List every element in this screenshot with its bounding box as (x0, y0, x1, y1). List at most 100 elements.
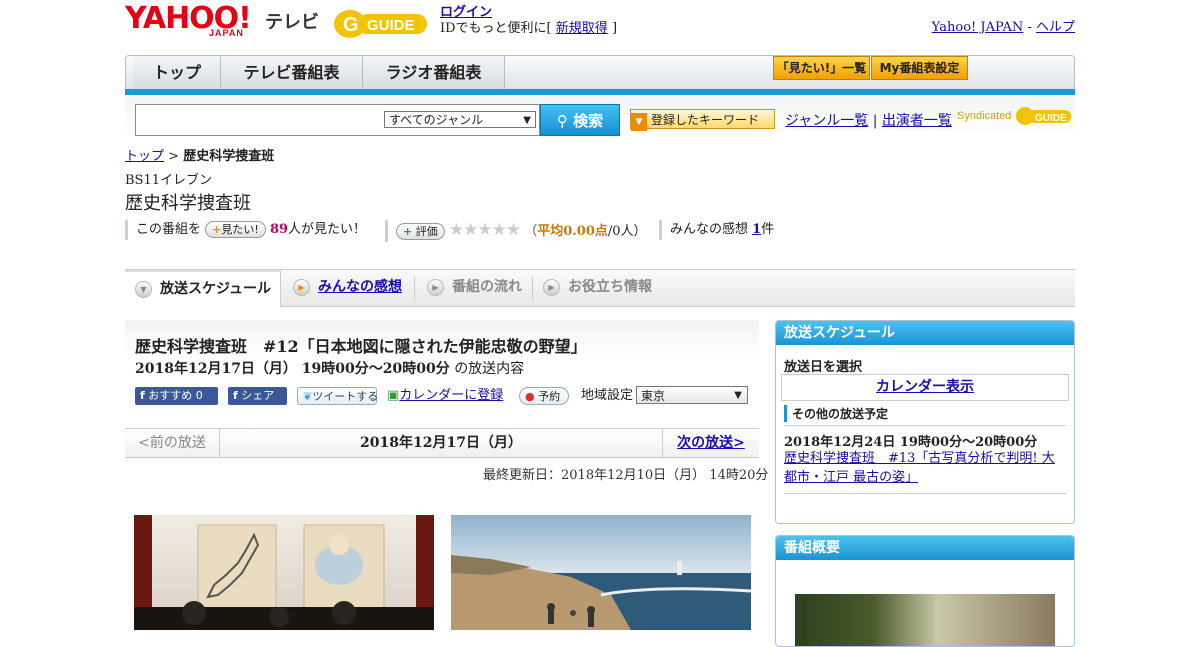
want-button[interactable]: +見たい! (205, 221, 266, 238)
calendar-register-link: カレンダーに登録 (399, 388, 504, 403)
rating-average: 平均0.00点 (537, 224, 608, 239)
nav-tab-tv[interactable]: テレビ番組表 (221, 56, 363, 89)
genre-select[interactable]: すべてのジャンル ▼ (384, 111, 536, 128)
syndicated-badge: Syndicated GUIDE (957, 105, 1073, 127)
login-text: IDでもっと便利に[ (440, 21, 552, 36)
watchlist-button[interactable]: 「見たい!」一覧 (773, 56, 870, 80)
current-broadcast-date: 2018年12月17日（月） (360, 435, 522, 451)
calendar-display-button[interactable]: カレンダー表示 (781, 374, 1069, 401)
chevron-down-icon: ▼ (135, 280, 152, 298)
want-suffix: 人が見たい！ (288, 222, 367, 237)
register-link[interactable]: 新規取得 (556, 21, 608, 36)
rate-button-label: 評価 (415, 225, 438, 238)
tab-divider (414, 276, 415, 300)
calendar-register[interactable]: ▣カレンダーに登録 (387, 387, 503, 405)
overview-photo (795, 594, 1055, 646)
region-select[interactable]: 東京 ▼ (636, 386, 748, 404)
dropdown-arrow-icon: ▼ (734, 390, 742, 401)
episode-title: 歴史科学捜査班 #12「日本地図に隠された伊能忠敬の野望」 (135, 337, 587, 356)
tweet-button[interactable]: ❦ツイートする (297, 387, 379, 405)
help-link[interactable]: ヘルプ (1036, 20, 1075, 35)
overview-sidebar: 番組概要 (775, 535, 1075, 647)
search-button-label: 検索 (573, 112, 604, 130)
rate-button[interactable]: + 評価 (396, 223, 445, 240)
next-broadcast-link[interactable]: 次の放送> (662, 429, 759, 457)
breadcrumb-top[interactable]: トップ (125, 149, 164, 164)
gguide-small-logo: GUIDE (1015, 107, 1071, 125)
yahoo-japan-mark: JAPAN (209, 28, 244, 38)
reviews-stat: みんなの感想 1件 (659, 220, 774, 240)
schedule-sidebar: 放送スケジュール 放送日を選択 カレンダー表示 その他の放送予定 2018年12… (775, 320, 1075, 524)
facebook-icon: f (233, 389, 238, 402)
login-text-end: ] (611, 21, 618, 36)
global-nav: トップ テレビ番組表 ラジオ番組表 「見たい!」一覧 My番組表設定 (125, 55, 1075, 91)
divider (784, 493, 1066, 494)
keyword-button-label: 登録したキーワード (651, 113, 760, 127)
other-broadcast-date: 2018年12月24日 19時00分～20時00分 (784, 435, 1038, 450)
fb-recommend-label: おすすめ (148, 389, 193, 402)
tv-label[interactable]: テレビ (265, 8, 319, 34)
my-schedule-button[interactable]: My番組表設定 (871, 56, 968, 80)
site-header: YAHOO! JAPAN テレビ G GUIDE ログイン IDでもっと便利に[… (125, 0, 1075, 50)
svg-text:GUIDE: GUIDE (367, 17, 415, 34)
reserve-button[interactable]: ● 予約 (519, 387, 569, 405)
tab-divider (532, 276, 533, 300)
rating-suffix: /0人） (607, 224, 647, 239)
other-broadcast-link[interactable]: 歴史科学捜査班 #13「古写真分析で判明! 大都市・江戸 最古の姿」 (784, 449, 1066, 487)
tab-reviews-label: みんなの感想 (318, 279, 402, 295)
facebook-share-button[interactable]: f シェア (228, 387, 287, 405)
episode-date: 2018年12月17日（月） 19時00分～20時00分 の放送内容 (135, 358, 524, 378)
reviews-count-link[interactable]: 1 (752, 222, 761, 237)
reviews-prefix: みんなの感想 (670, 222, 749, 237)
top-right-links: Yahoo! JAPAN - ヘルプ (932, 16, 1075, 35)
episode-header: 歴史科学捜査班 #12「日本地図に隠された伊能忠敬の野望」 2018年12月17… (125, 320, 759, 410)
tab-reviews[interactable]: ▶ みんなの感想 (293, 270, 415, 306)
tab-schedule-label: 放送スケジュール (160, 281, 272, 297)
plus-icon: + (212, 223, 222, 236)
schedule-sidebar-heading: 放送スケジュール (776, 321, 1074, 345)
record-dot-icon: ● (525, 390, 535, 403)
login-link[interactable]: ログイン (440, 5, 492, 20)
twitter-bird-icon: ❦ (303, 390, 313, 403)
cast-list-link[interactable]: 出演者一覧 (882, 113, 952, 129)
episode-date-value: 2018年12月17日（月） 19時00分～20時00分 (135, 361, 450, 377)
want-prefix: この番組を (136, 222, 202, 237)
genre-list-link[interactable]: ジャンル一覧 (785, 113, 868, 129)
fb-count: 0 (195, 389, 203, 402)
want-button-label: 見たい! (221, 223, 259, 236)
episode-photo-coast (451, 515, 751, 630)
reserve-label: 予約 (538, 390, 561, 403)
fb-share-label: シェア (241, 389, 275, 402)
nav-tab-radio[interactable]: ラジオ番組表 (363, 56, 505, 89)
rating-stars-icon: ★★★★★ (448, 220, 521, 240)
svg-text:GUIDE: GUIDE (1035, 113, 1067, 124)
tab-flow-label: 番組の流れ (452, 279, 522, 295)
reviews-suffix: 件 (761, 222, 775, 237)
breadcrumb: トップ > 歴史科学捜査班 (125, 145, 274, 164)
play-icon: ▶ (293, 278, 310, 296)
rating-open: （ (524, 224, 538, 239)
program-tabs: ▼ 放送スケジュール ▶ みんなの感想 ▶ 番組の流れ ▶ お役立ち情報 (125, 269, 1075, 307)
program-title: 歴史科学捜査班 (125, 193, 251, 214)
play-icon: ▶ (543, 278, 560, 296)
keyword-button[interactable]: ▼ 登録したキーワード (630, 109, 775, 131)
gguide-logo[interactable]: G GUIDE (333, 6, 427, 42)
search-links: ジャンル一覧 | 出演者一覧 (785, 110, 952, 130)
facebook-recommend-button[interactable]: f おすすめ 0 (135, 387, 218, 405)
search-button[interactable]: ⚲ 検索 (540, 104, 620, 136)
tweet-label: ツイートする (312, 390, 379, 403)
want-count: 89 (269, 222, 289, 237)
episode-photo-map (134, 515, 434, 630)
broadcast-nav: <前の放送 2018年12月17日（月） 次の放送> (125, 428, 759, 458)
region-label: 地域設定 (581, 388, 634, 403)
tab-schedule[interactable]: ▼ 放送スケジュール (125, 270, 281, 307)
rating-stat: + 評価 ★★★★★ （平均0.00点/0人） (385, 220, 647, 242)
nav-tab-top[interactable]: トップ (134, 56, 221, 89)
select-date-label: 放送日を選択 (784, 360, 863, 375)
other-broadcasts-heading: その他の放送予定 (784, 405, 888, 422)
yahoo-japan-link[interactable]: Yahoo! JAPAN (932, 20, 1024, 35)
prev-broadcast: <前の放送 (125, 429, 220, 457)
channel-name: BS11イレブン (125, 173, 213, 188)
tab-flow: ▶ 番組の流れ (427, 270, 533, 306)
search-icon: ⚲ (556, 112, 568, 130)
